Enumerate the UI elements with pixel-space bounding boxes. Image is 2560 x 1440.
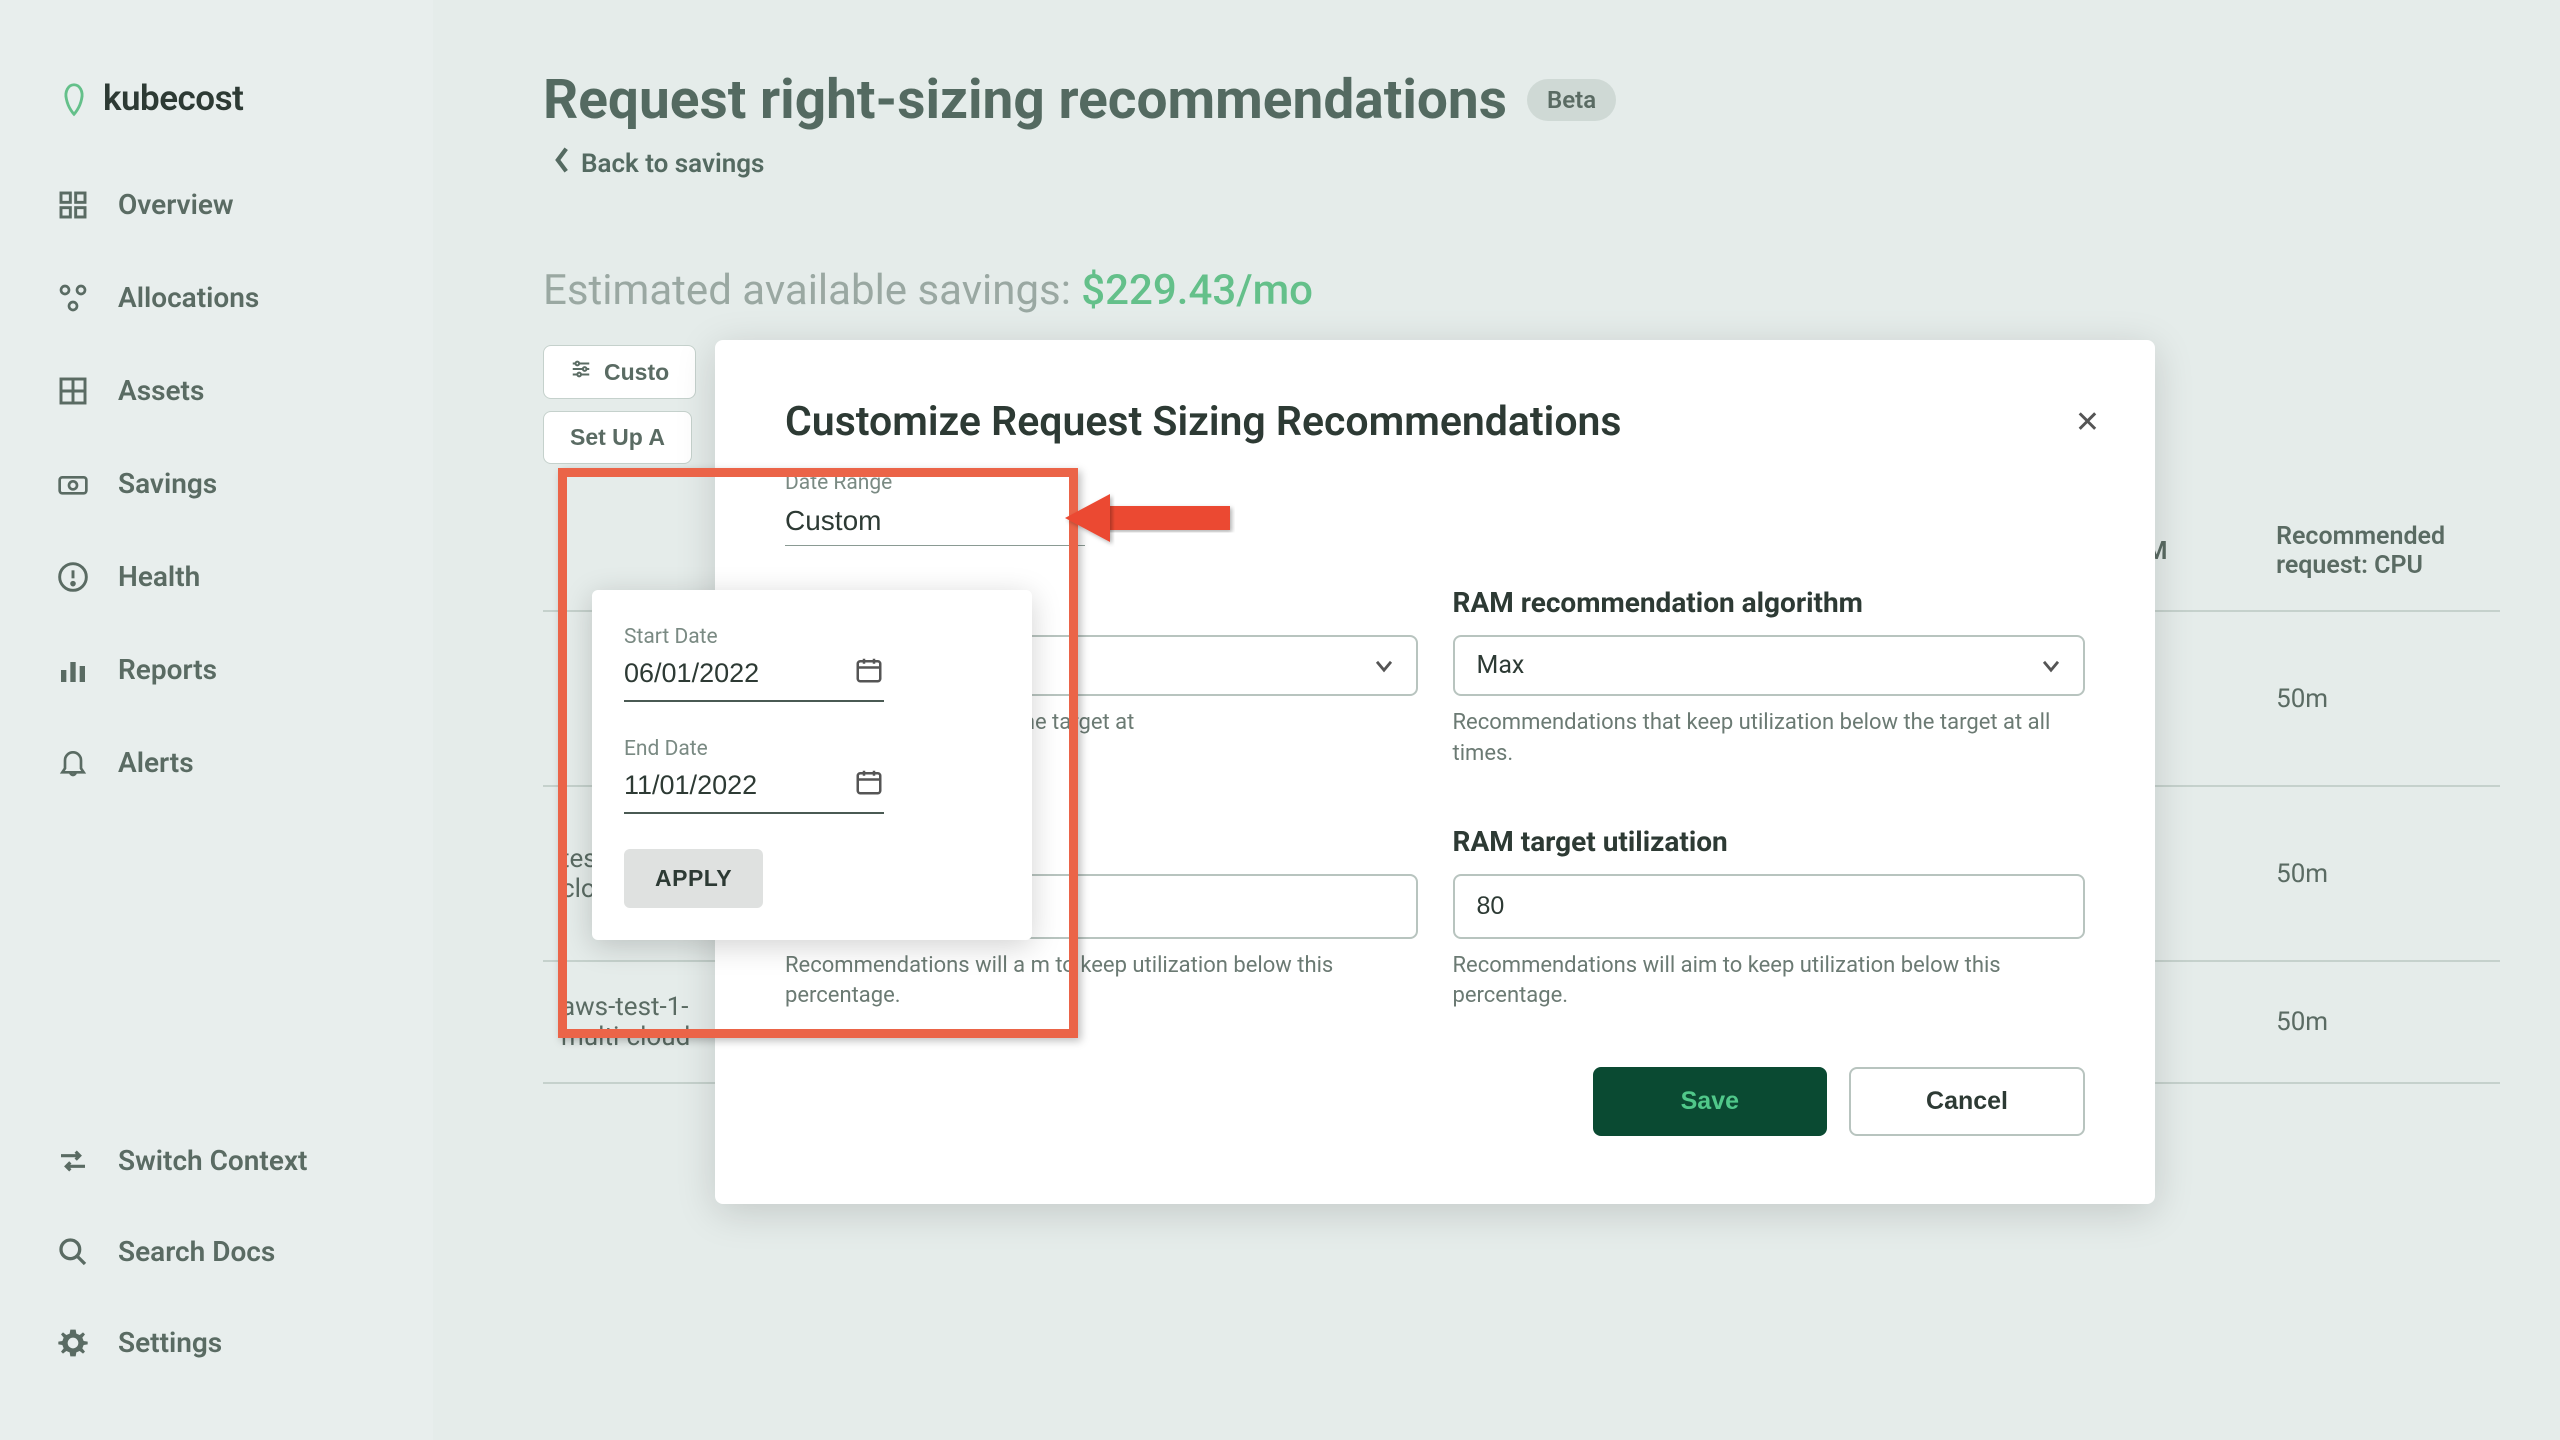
- logo-text: kubecost: [103, 78, 243, 119]
- savings-prefix: Estimated available savings:: [543, 266, 1081, 315]
- page-title: Request right-sizing recommendations: [543, 68, 1507, 132]
- date-range-input[interactable]: [785, 501, 1085, 546]
- start-date-field: Start Date: [624, 625, 1000, 702]
- nav-alerts[interactable]: Alerts: [55, 745, 378, 780]
- savings-amount: $229.43/mo: [1081, 266, 1313, 315]
- nav-label: Alerts: [118, 746, 194, 779]
- nodes-icon: [55, 280, 90, 315]
- cancel-button[interactable]: Cancel: [1849, 1067, 2085, 1136]
- gear-icon: [55, 1325, 90, 1360]
- nav-label: Reports: [118, 653, 217, 686]
- back-label: Back to savings: [581, 149, 764, 179]
- end-date-input[interactable]: [624, 770, 794, 801]
- nav-overview[interactable]: Overview: [55, 187, 378, 222]
- ram-target-section: RAM target utilization Recommendations w…: [1453, 825, 2086, 1013]
- nav-savings[interactable]: Savings: [55, 466, 378, 501]
- nav-label: Assets: [118, 374, 204, 407]
- bell-icon: [55, 745, 90, 780]
- nav-settings[interactable]: Settings: [55, 1325, 378, 1360]
- swap-icon: [55, 1143, 90, 1178]
- ram-algo-section: RAM recommendation algorithm Max Recomme…: [1453, 586, 2086, 770]
- chevron-down-icon: [2041, 651, 2061, 680]
- nav-bottom: Switch Context Search Docs Settings: [55, 1143, 378, 1400]
- back-link[interactable]: Back to savings: [543, 146, 2500, 181]
- chevron-down-icon: [1374, 651, 1394, 680]
- ram-algo-value: Max: [1477, 651, 1525, 680]
- nav-health[interactable]: Health: [55, 559, 378, 594]
- customize-label: Custo: [604, 359, 669, 386]
- start-date-input[interactable]: [624, 658, 794, 689]
- cell-rec-cpu: 50m: [2258, 961, 2500, 1083]
- ram-target-label: RAM target utilization: [1453, 825, 2086, 858]
- money-icon: [55, 466, 90, 501]
- cell-cluster: aws-test-1-multi-cloud: [543, 961, 730, 1083]
- modal-actions: Save Cancel: [785, 1067, 2085, 1136]
- end-date-field: End Date: [624, 737, 1000, 814]
- cpu-target-help: Recommendations will a m to keep utiliza…: [785, 951, 1418, 1013]
- calendar-icon[interactable]: [854, 655, 884, 692]
- search-icon: [55, 1234, 90, 1269]
- nav-search-docs[interactable]: Search Docs: [55, 1234, 378, 1269]
- nav-allocations[interactable]: Allocations: [55, 280, 378, 315]
- nav-assets[interactable]: Assets: [55, 373, 378, 408]
- sliders-icon: [570, 358, 592, 386]
- sidebar: kubecost Overview Allocations Assets Sav…: [0, 0, 433, 1440]
- cell-rec-cpu: 50m: [2258, 786, 2500, 961]
- logo-icon: [55, 80, 93, 118]
- date-range-label: Date Range: [785, 471, 1085, 495]
- end-date-label: End Date: [624, 737, 1000, 761]
- close-icon[interactable]: ✕: [2075, 405, 2100, 440]
- save-button[interactable]: Save: [1593, 1067, 1827, 1136]
- assets-icon: [55, 373, 90, 408]
- grid-icon: [55, 187, 90, 222]
- date-range-field[interactable]: Date Range: [785, 471, 2085, 546]
- ram-target-input[interactable]: [1453, 874, 2086, 939]
- page-header: Request right-sizing recommendations Bet…: [543, 68, 2500, 181]
- ram-algo-select[interactable]: Max: [1453, 635, 2086, 696]
- ram-target-help: Recommendations will aim to keep utiliza…: [1453, 951, 2086, 1013]
- nav-reports[interactable]: Reports: [55, 652, 378, 687]
- alert-icon: [55, 559, 90, 594]
- nav-main: Overview Allocations Assets Savings Heal…: [55, 187, 378, 1143]
- nav-label: Health: [118, 560, 200, 593]
- nav-label: Overview: [118, 188, 234, 221]
- beta-badge: Beta: [1527, 79, 1616, 121]
- date-range-popover: Start Date End Date APPLY: [592, 590, 1032, 940]
- start-date-label: Start Date: [624, 625, 1000, 649]
- nav-label: Switch Context: [118, 1144, 307, 1177]
- cell-rec-cpu: 50m: [2258, 611, 2500, 786]
- nav-label: Settings: [118, 1326, 222, 1359]
- apply-button[interactable]: APPLY: [624, 849, 763, 908]
- setup-button[interactable]: Set Up A: [543, 411, 692, 464]
- savings-summary: Estimated available savings: $229.43/mo: [543, 266, 2500, 315]
- chevron-left-icon: [553, 146, 571, 181]
- th-rec-cpu[interactable]: Recommended request: CPU: [2258, 502, 2500, 611]
- modal-title: Customize Request Sizing Recommendations: [785, 398, 2085, 446]
- setup-label: Set Up A: [570, 424, 665, 451]
- nav-switch-context[interactable]: Switch Context: [55, 1143, 378, 1178]
- calendar-icon[interactable]: [854, 767, 884, 804]
- logo[interactable]: kubecost: [55, 78, 378, 119]
- nav-label: Search Docs: [118, 1235, 275, 1268]
- nav-label: Allocations: [118, 281, 259, 314]
- customize-button[interactable]: Custo: [543, 345, 696, 399]
- nav-label: Savings: [118, 467, 217, 500]
- ram-algo-label: RAM recommendation algorithm: [1453, 586, 2086, 619]
- bar-chart-icon: [55, 652, 90, 687]
- ram-algo-help: Recommendations that keep utilization be…: [1453, 708, 2086, 770]
